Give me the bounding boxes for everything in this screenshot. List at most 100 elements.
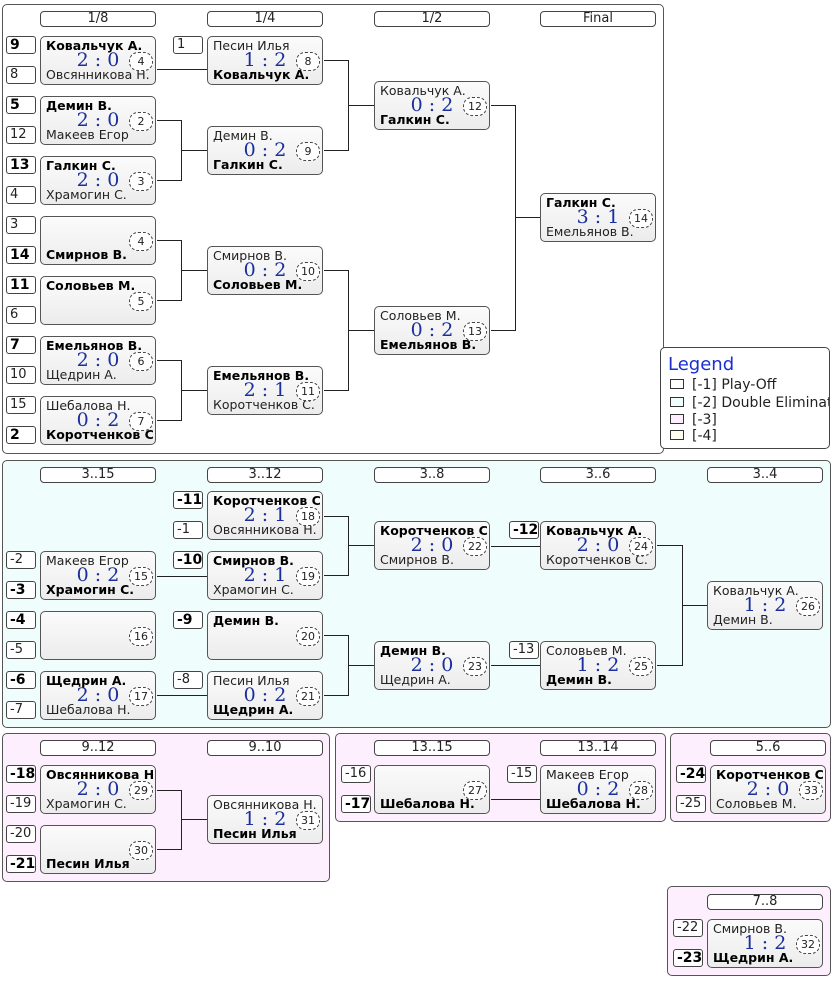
match-card[interactable]: Макеев Егор 0 : 2 Шебалова Н. 28	[540, 765, 656, 814]
match-card[interactable]: Овсянникова Н. 1 : 2 Песин Илья 31	[207, 795, 323, 844]
seed-badge: 14	[6, 246, 36, 264]
bracket-connector	[491, 330, 515, 331]
seed-badge: 11	[6, 276, 36, 294]
match-card[interactable]: Галкин С. 3 : 1 Емельянов В. 14	[540, 193, 656, 242]
match-number: 3	[129, 172, 153, 191]
match-card[interactable]: Щедрин А. 2 : 0 Шебалова Н. 17	[40, 671, 156, 720]
match-number: 12	[463, 97, 487, 116]
match-card[interactable]: Демин В. 2 : 0 Макеев Егор 2	[40, 96, 156, 145]
seed-badge: -19	[6, 795, 36, 813]
match-card[interactable]: Емельянов В. 2 : 1 Коротченков С. 11	[207, 366, 323, 415]
match-number: 10	[296, 262, 320, 281]
bracket-connector	[157, 849, 181, 850]
match-card[interactable]: Смирнов В. 0 : 2 Соловьев М. 10	[207, 246, 323, 295]
match-card[interactable]: Емельянов В. 2 : 0 Щедрин А. 6	[40, 336, 156, 385]
seed-badge: 9	[6, 36, 36, 54]
bracket-connector	[324, 60, 348, 61]
bracket-connector	[157, 695, 207, 696]
match-card[interactable]: Соловьев М. 1 : 2 Демин В. 25	[540, 641, 656, 690]
match-number: 24	[629, 537, 653, 556]
seed-badge: -9	[173, 611, 203, 629]
bracket-connector	[682, 605, 707, 606]
match-number: 33	[799, 781, 823, 800]
bracket-connector	[181, 819, 207, 820]
legend-label: [-2] Double Elimination	[692, 395, 829, 411]
seed-badge: 5	[6, 96, 36, 114]
round-header: 9..12	[40, 740, 156, 756]
seed-badge: -10	[173, 551, 203, 569]
match-number: 26	[796, 597, 820, 616]
match-card[interactable]: Ковальчук А. 0 : 2 Галкин С. 12	[374, 81, 490, 130]
bracket-connector	[324, 390, 348, 391]
bracket-connector	[348, 330, 374, 331]
bracket-connector	[181, 150, 207, 151]
match-number: 21	[296, 687, 320, 706]
seed-badge: -12	[509, 521, 539, 539]
seed-badge: 13	[6, 156, 36, 174]
match-card[interactable]: Коротченков С. 2 : 0 Смирнов В. 22	[374, 521, 490, 570]
bracket-connector	[324, 635, 348, 636]
match-card[interactable]: Песин Илья 1 : 2 Ковальчук А. 8	[207, 36, 323, 85]
match-card[interactable]: Ковальчук А. 1 : 2 Демин В. 26	[707, 581, 823, 630]
match-card[interactable]: Смирнов В. 1 : 2 Щедрин А. 32	[707, 919, 823, 968]
match-card[interactable]: Галкин С. 2 : 0 Храмогин С. 3	[40, 156, 156, 205]
seed-badge: -4	[6, 611, 36, 629]
match-card[interactable]: Соловьев М. 0 : 2 Емельянов В. 13	[374, 306, 490, 355]
seed-badge: -18	[6, 765, 36, 783]
match-card[interactable]: Шебалова Н. 27	[374, 765, 490, 814]
round-header: 1/4	[207, 11, 323, 27]
match-card[interactable]: Шебалова Н. 0 : 2 Коротченков С. 7	[40, 396, 156, 445]
seed-badge: -24	[676, 765, 706, 783]
round-header: 3..12	[207, 467, 323, 483]
match-card[interactable]: 16	[40, 611, 156, 660]
legend-item: [-4]	[670, 428, 717, 444]
match-card[interactable]: Соловьев М. 5	[40, 276, 156, 325]
match-card[interactable]: Овсянникова Н. 2 : 0 Храмогин С. 29	[40, 765, 156, 814]
match-number: 31	[296, 811, 320, 830]
legend-item: [-2] Double Elimination	[670, 395, 829, 411]
bracket-connector	[491, 665, 540, 666]
match-number: 2	[129, 112, 153, 131]
match-number: 13	[463, 322, 487, 341]
bracket-connector	[324, 516, 348, 517]
match-card[interactable]: Ковальчук А. 2 : 0 Коротченков С. 24	[540, 521, 656, 570]
match-card[interactable]: Демин В. 2 : 0 Щедрин А. 23	[374, 641, 490, 690]
match-number: 19	[296, 567, 320, 586]
bracket-connector	[348, 665, 374, 666]
seed-badge: 10	[6, 366, 36, 384]
match-card[interactable]: Песин Илья 0 : 2 Щедрин А. 21	[207, 671, 323, 720]
legend-swatch	[670, 430, 684, 440]
seed-badge: -2	[6, 551, 36, 569]
match-number: 7	[129, 412, 153, 431]
bracket-connector	[348, 516, 349, 576]
bracket-connector	[491, 105, 515, 106]
match-card[interactable]: Коротченков С. 2 : 1 Овсянникова Н. 18	[207, 491, 323, 540]
match-card[interactable]: Коротченков С. 2 : 0 Соловьев М. 33	[710, 765, 826, 814]
seed-badge: 7	[6, 336, 36, 354]
bracket-connector	[657, 665, 682, 666]
legend-label: [-3]	[692, 412, 717, 428]
bracket-connector	[157, 120, 181, 121]
match-number: 8	[296, 52, 320, 71]
match-number: 5	[129, 292, 153, 311]
seed-badge: -25	[676, 795, 706, 813]
seed-badge: -23	[673, 949, 703, 967]
match-card[interactable]: Смирнов В. 4	[40, 216, 156, 265]
match-card[interactable]: Песин Илья 30	[40, 825, 156, 874]
match-card[interactable]: Смирнов В. 2 : 1 Храмогин С. 19	[207, 551, 323, 600]
match-number: 4	[129, 232, 153, 251]
round-header: Final	[540, 11, 656, 27]
match-card[interactable]: Макеев Егор 0 : 2 Храмогин С. 15	[40, 551, 156, 600]
bracket-connector	[157, 240, 181, 241]
seed-badge: -20	[6, 825, 36, 843]
match-card[interactable]: Демин В. 0 : 2 Галкин С. 9	[207, 126, 323, 175]
match-card[interactable]: Ковальчук А. 2 : 0 Овсянникова Н. 4	[40, 36, 156, 85]
match-number: 17	[129, 687, 153, 706]
bracket-connector	[181, 390, 207, 391]
bracket-connector	[515, 105, 516, 331]
round-header: 3..15	[40, 467, 156, 483]
bracket-connector	[324, 695, 348, 696]
match-card[interactable]: Демин В. 20	[207, 611, 323, 660]
bracket-connector	[181, 790, 182, 850]
round-header: 13..14	[540, 740, 656, 756]
